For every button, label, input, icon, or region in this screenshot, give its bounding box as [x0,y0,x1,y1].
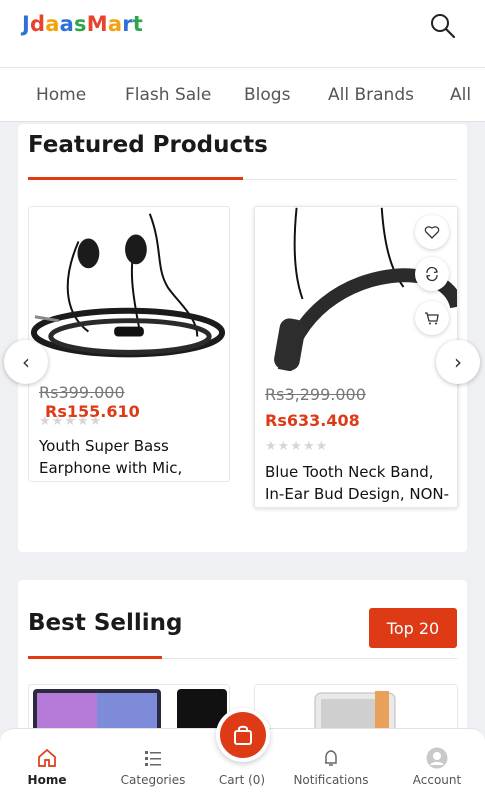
chevron-left-icon: ‹ [22,350,30,374]
section-title: Featured Products [28,132,268,158]
chevron-right-icon: › [454,350,462,374]
shopping-bag-icon [234,725,252,745]
tab-account[interactable]: Account [392,747,482,787]
tab-notifications[interactable]: Notifications [286,747,376,787]
logo-letter: M [86,12,108,36]
product-name-line: Youth Super Bass [39,437,169,455]
bell-icon [325,750,337,766]
add-to-cart-button[interactable] [415,301,449,335]
product-name-line: Blue Tooth Neck Band, [265,463,434,481]
cart-icon [425,312,439,325]
product-card[interactable]: Rs3,299.000 Rs633.408 ★★★★★ Blue Tooth N… [254,206,458,508]
wishlist-button[interactable] [415,215,449,249]
search-icon[interactable] [429,12,457,40]
avatar-icon [426,747,448,769]
rating-stars: ★★★★★ [265,439,329,454]
product-name-line: In-Ear Bud Design, NON- [265,485,450,503]
rating-stars: ★★★★★ [39,414,103,429]
nav-item-flash-sale[interactable]: Flash Sale [125,85,211,105]
logo-letter: a [45,12,60,36]
logo-letter: r [122,12,133,36]
top-bar: JdaasMart [0,0,485,68]
product-name: Blue Tooth Neck Band, In-Ear Bud Design,… [265,461,449,505]
new-price: Rs633.408 [265,411,360,430]
logo-letter: s [74,12,87,36]
top-20-button[interactable]: Top 20 [369,608,457,648]
section-title: Best Selling [28,610,183,636]
earphone-image [29,207,229,371]
carousel-next-button[interactable]: › [436,340,480,384]
tab-label: Categories [120,773,186,787]
tab-categories[interactable]: Categories [108,747,198,787]
logo-letter: a [107,12,123,36]
product-card[interactable]: Rs399.000 Rs155.610 ★★★★★ Youth Super Ba… [28,206,230,482]
tab-label: Home [27,773,67,787]
nav-item-all-brands[interactable]: All Brands [328,85,414,105]
tab-home[interactable]: Home [2,747,92,787]
logo-letter: t [132,12,143,36]
title-underline [28,656,162,659]
old-price: Rs399.000 [39,383,125,402]
logo-letter: J [22,12,31,36]
nav-item-all[interactable]: All [450,85,471,105]
brand-logo[interactable]: JdaasMart [22,12,143,36]
tab-label: Account [412,773,462,787]
product-name: Youth Super Bass Earphone with Mic, [39,435,182,479]
tab-label: Notifications [293,773,369,787]
nav-item-blogs[interactable]: Blogs [244,85,290,105]
tab-cart[interactable]: Cart (0) [197,773,287,787]
list-icon [145,751,161,766]
home-icon [38,748,56,767]
cart-button[interactable] [216,708,270,762]
compare-button[interactable] [415,257,449,291]
old-price: Rs3,299.000 [265,385,366,404]
logo-letter: a [59,12,74,36]
heart-icon [424,226,440,239]
logo-letter: d [30,12,46,36]
main-nav: Home Flash Sale Blogs All Brands All [0,68,485,122]
title-underline [28,177,243,180]
product-name-line: Earphone with Mic, [39,459,183,477]
nav-item-home[interactable]: Home [36,85,86,105]
tab-label: Cart (0) [218,773,266,787]
carousel-prev-button[interactable]: ‹ [4,340,48,384]
refresh-icon [426,266,438,282]
featured-products-section: Featured Products Rs399.000 Rs155.610 ★★… [18,124,467,552]
